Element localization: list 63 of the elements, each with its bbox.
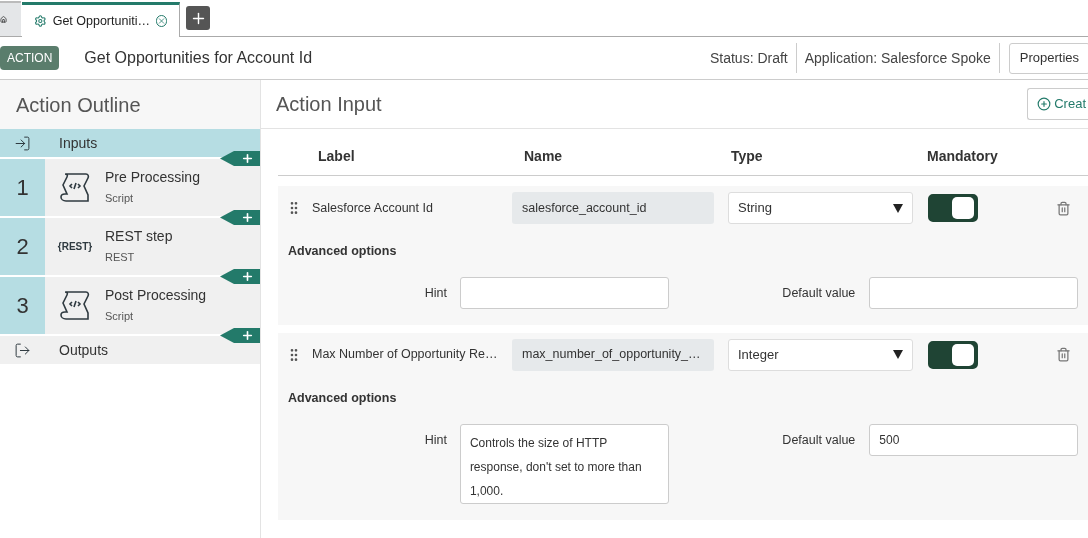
delete-icon[interactable] [1056, 347, 1071, 363]
outline-label: Outputs [59, 340, 109, 360]
add-circle-icon [1037, 97, 1052, 111]
step-type: REST [105, 249, 136, 265]
mandatory-toggle[interactable] [928, 340, 978, 369]
step-number: 2 [0, 218, 45, 275]
action-badge: ACTION [0, 46, 60, 70]
column-header: Type [731, 147, 764, 166]
hint-field[interactable]: Controls the size of HTTP response, don't set to more than 1,000. [459, 423, 669, 504]
page-tab[interactable]: Get Opportuniti… [22, 2, 180, 37]
action-title: Get Opportunities for Account Id [84, 48, 313, 68]
plus-icon [241, 211, 254, 224]
step-type: Script [105, 190, 135, 206]
advanced-options-heading: Advanced options [288, 243, 398, 260]
default-value-label: Default value [781, 284, 856, 302]
home-icon [0, 13, 7, 26]
status-text: Status: Draft [709, 43, 797, 73]
caret-icon [893, 350, 903, 360]
rest-icon: {REST} [57, 239, 93, 254]
script-scroll-icon [58, 288, 92, 323]
step-title: Pre Processing [105, 169, 200, 187]
plus-icon [241, 152, 254, 165]
input-label: Max Number of Opportunity Re… [312, 346, 499, 364]
name-field[interactable]: salesforce_account_id [512, 192, 714, 224]
outline-step[interactable]: 3 Post Processing Script [0, 277, 260, 334]
step-number: 1 [0, 159, 45, 216]
delete-icon[interactable] [1056, 200, 1071, 216]
step-title: Post Processing [105, 287, 207, 305]
outline-title: Action Outline [0, 80, 260, 129]
default-value-field[interactable] [869, 276, 1078, 309]
outline-label: Inputs [59, 133, 98, 153]
outline-step[interactable]: 1 Pre Processing Script [0, 159, 260, 216]
input-title: Action Input [276, 92, 382, 117]
enter-arrow-icon [14, 134, 31, 152]
column-header: Name [524, 147, 564, 166]
input-label: Salesforce Account Id [312, 199, 434, 217]
step-type: Script [105, 308, 135, 324]
plus-icon [241, 270, 254, 283]
hint-field[interactable] [459, 276, 669, 309]
properties-button[interactable]: Properties [1008, 42, 1088, 74]
column-header: Mandatory [927, 147, 998, 166]
gears-icon [34, 14, 47, 28]
caret-icon [893, 203, 903, 213]
script-scroll-icon [58, 170, 92, 205]
type-dropdown[interactable]: Integer [728, 338, 913, 371]
outline-step[interactable]: 2 {REST} REST step REST [0, 218, 260, 275]
advanced-options-heading: Advanced options [288, 389, 398, 407]
default-value-label: Default value [781, 431, 856, 449]
outline-item[interactable]: Inputs [0, 129, 260, 157]
new-tab-button[interactable] [186, 6, 210, 30]
step-title: REST step [105, 228, 173, 246]
step-number: 3 [0, 277, 45, 334]
create-button[interactable]: Creat [1027, 88, 1088, 120]
type-dropdown[interactable]: String [728, 192, 913, 224]
mandatory-toggle[interactable] [928, 194, 978, 222]
hint-label: Hint [423, 431, 447, 449]
plus-icon [241, 329, 254, 342]
name-field[interactable]: max_number_of_opportunity_… [512, 338, 714, 371]
outline-item[interactable]: Outputs [0, 336, 260, 364]
application-text: Application: Salesforce Spoke [796, 43, 1000, 73]
default-value-field[interactable]: 500 [869, 423, 1078, 456]
column-header: Label [318, 147, 356, 166]
hint-label: Hint [423, 284, 447, 302]
